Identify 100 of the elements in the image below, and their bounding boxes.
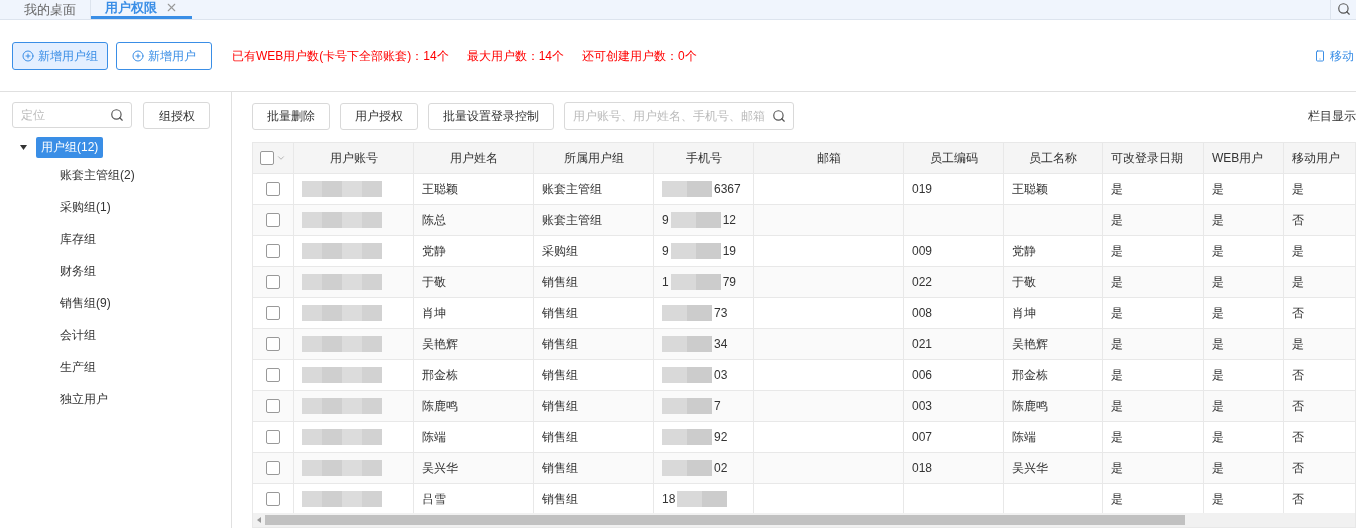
checkbox[interactable] [266, 492, 280, 506]
checkbox[interactable] [266, 306, 280, 320]
checkbox[interactable] [266, 244, 280, 258]
table-cell: 是 [1204, 453, 1284, 483]
column-header: 用户姓名 [414, 143, 534, 173]
tree-item[interactable]: 生产组 [59, 358, 97, 376]
search-icon[interactable] [110, 108, 124, 122]
column-header: 移动用户 [1284, 143, 1355, 173]
column-header: 用户账号 [294, 143, 414, 173]
table-cell: 销售组 [534, 298, 654, 328]
table-cell: 018 [904, 453, 1004, 483]
table-cell: 009 [904, 236, 1004, 266]
phone-fragment: 19 [722, 243, 737, 260]
action-button[interactable]: 用户授权 [340, 102, 418, 130]
tree-item[interactable]: 销售组(9) [59, 294, 112, 312]
user-count-text: 最大用户数：14个 [466, 47, 565, 65]
action-button[interactable]: 批量设置登录控制 [428, 102, 554, 130]
table-cell: 否 [1284, 453, 1355, 483]
checkbox[interactable] [260, 151, 274, 165]
table-cell: 陈端 [414, 422, 534, 452]
caret-icon[interactable] [20, 144, 27, 150]
phone-fragment: 6367 [714, 181, 741, 198]
table-cell: 销售组 [534, 422, 654, 452]
table-cell: 是 [1204, 422, 1284, 452]
table-cell: 否 [1284, 205, 1355, 235]
phone-fragment: 02 [714, 460, 728, 477]
table-cell: 否 [1284, 422, 1355, 452]
phone-fragment: 03 [714, 367, 728, 384]
tab[interactable]: 我的桌面 [10, 0, 91, 19]
tree-item[interactable]: 库存组 [59, 230, 97, 248]
table-cell: 王聪颖 [414, 174, 534, 204]
redacted-drawing [670, 212, 721, 228]
table-cell: 是 [1284, 267, 1355, 297]
column-header: 邮箱 [754, 143, 904, 173]
phone-fragment: 79 [722, 274, 737, 291]
checkbox[interactable] [266, 368, 280, 382]
column-settings-link[interactable]: 栏目显示 [1308, 107, 1356, 125]
table-cell: 销售组 [534, 329, 654, 359]
phone-fragment: 34 [714, 336, 728, 353]
tree-item[interactable]: 独立用户 [59, 390, 109, 408]
checkbox[interactable] [266, 399, 280, 413]
search-icon[interactable] [772, 109, 786, 123]
table-cell: 是 [1103, 453, 1204, 483]
table-cell: 吴艳辉 [1004, 329, 1103, 359]
table-cell: 是 [1103, 236, 1204, 266]
table-cell: 销售组 [534, 391, 654, 421]
tree-item[interactable]: 账套主管组(2) [59, 166, 136, 184]
table-cell: 是 [1204, 205, 1284, 235]
redacted-drawing [670, 274, 721, 290]
column-header: 手机号 [654, 143, 754, 173]
mobile-link[interactable]: 移动 [1314, 46, 1354, 65]
table-cell: 006 [904, 360, 1004, 390]
column-header: 所属用户组 [534, 143, 654, 173]
column-header: 可改登录日期 [1103, 143, 1204, 173]
group-auth-button[interactable]: 组授权 [143, 102, 210, 129]
tree-item[interactable]: 采购组(1) [59, 198, 112, 216]
column-header: 员工编码 [904, 143, 1004, 173]
redacted-drawing [662, 305, 712, 321]
table-cell: 019 [904, 174, 1004, 204]
table-cell: 采购组 [534, 236, 654, 266]
checkbox[interactable] [266, 461, 280, 475]
search-field[interactable]: 用户账号、用户姓名、手机号、邮箱 [564, 102, 794, 130]
phone-fragment: 18 [662, 491, 676, 508]
checkbox[interactable] [266, 337, 280, 351]
checkbox[interactable] [266, 213, 280, 227]
table-cell: 王聪颖 [1004, 174, 1103, 204]
table-cell: 否 [1284, 391, 1355, 421]
action-button[interactable]: 批量删除 [252, 102, 330, 130]
redacted-drawing [670, 243, 721, 259]
locate-field[interactable]: 定位 [12, 102, 132, 128]
table-cell: 007 [904, 422, 1004, 452]
search-icon[interactable] [1336, 2, 1351, 16]
phone-fragment: 1 [662, 274, 669, 291]
checkbox[interactable] [266, 182, 280, 196]
checkbox[interactable] [266, 430, 280, 444]
table-cell: 是 [1204, 236, 1284, 266]
phone-fragment: 12 [722, 212, 737, 229]
add-button[interactable]: 新增用户 [116, 41, 212, 70]
table-cell: 肖坤 [414, 298, 534, 328]
redacted-drawing [677, 491, 728, 507]
horizontal-scrollbar[interactable] [253, 513, 1355, 527]
scroll-left-icon[interactable] [257, 517, 261, 523]
table-cell: 肖坤 [1004, 298, 1103, 328]
table-cell: 邢金栋 [1004, 360, 1103, 390]
redacted-drawing [662, 398, 712, 414]
phone-fragment: 9 [662, 212, 669, 229]
user-count-text: 已有WEB用户数(卡号下全部账套)：14个 [232, 47, 449, 65]
phone-fragment: 9 [662, 243, 669, 260]
checkbox[interactable] [266, 275, 280, 289]
column-header: 员工名称 [1004, 143, 1103, 173]
table-cell: 吴艳辉 [414, 329, 534, 359]
tree-item[interactable]: 财务组 [59, 262, 97, 280]
table-cell: 陈总 [414, 205, 534, 235]
table-cell: 是 [1284, 329, 1355, 359]
table-cell: 是 [1284, 174, 1355, 204]
table-cell: 是 [1103, 329, 1204, 359]
table-cell: 邢金栋 [414, 360, 534, 390]
tree-item[interactable]: 会计组 [59, 326, 97, 344]
plus-icon [22, 49, 34, 62]
close-icon[interactable] [165, 1, 178, 14]
